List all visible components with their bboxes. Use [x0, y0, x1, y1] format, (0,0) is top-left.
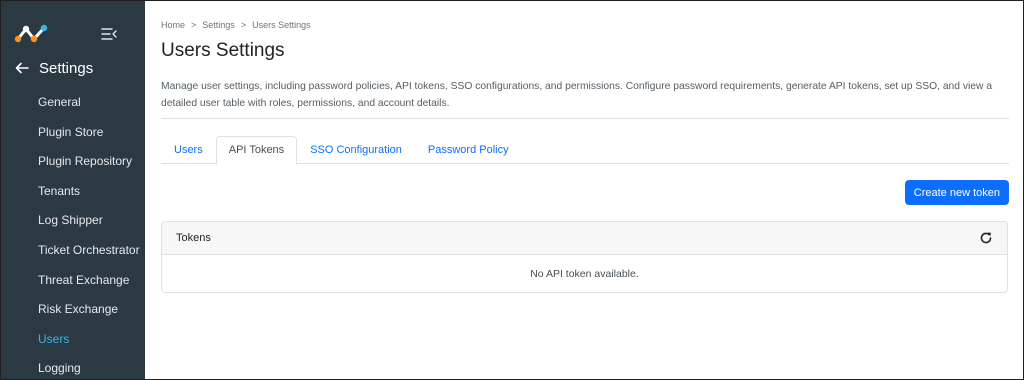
breadcrumb-home[interactable]: Home [161, 20, 185, 30]
actions-row: Create new token [161, 180, 1009, 205]
tab-api-tokens[interactable]: API Tokens [215, 136, 298, 165]
breadcrumb-settings[interactable]: Settings [202, 20, 235, 30]
settings-heading: Settings [39, 59, 94, 77]
tab-users[interactable]: Users [161, 136, 216, 164]
refresh-icon[interactable] [979, 231, 993, 245]
main-content: Home > Settings > Users Settings Users S… [145, 1, 1023, 379]
sidebar-item-plugin-repository[interactable]: Plugin Repository [1, 147, 145, 177]
sidebar-item-users[interactable]: Users [1, 325, 145, 355]
sidebar-nav: General Plugin Store Plugin Repository T… [1, 88, 145, 379]
create-token-button[interactable]: Create new token [904, 180, 1009, 205]
tab-sso-configuration[interactable]: SSO Configuration [297, 136, 415, 164]
tokens-card-title: Tokens [176, 232, 211, 244]
breadcrumb: Home > Settings > Users Settings [161, 19, 1007, 31]
menu-collapse-icon[interactable] [101, 27, 117, 41]
tokens-card: Tokens No API token available. [161, 221, 1008, 293]
divider [161, 118, 1009, 119]
sidebar-item-logging[interactable]: Logging [1, 354, 145, 379]
sidebar-item-risk-exchange[interactable]: Risk Exchange [1, 295, 145, 325]
breadcrumb-separator: > [240, 20, 247, 30]
page-title: Users Settings [161, 40, 285, 61]
sidebar-item-threat-exchange[interactable]: Threat Exchange [1, 266, 145, 296]
tab-bar: Users API Tokens SSO Configuration Passw… [161, 136, 1009, 165]
sidebar-header [1, 1, 145, 59]
sidebar-item-plugin-store[interactable]: Plugin Store [1, 118, 145, 148]
sidebar: Settings General Plugin Store Plugin Rep… [1, 1, 145, 379]
breadcrumb-separator: > [191, 20, 197, 30]
breadcrumb-current: Users Settings [252, 20, 311, 30]
tokens-empty-state: No API token available. [530, 267, 639, 280]
sidebar-item-log-shipper[interactable]: Log Shipper [1, 206, 145, 236]
sidebar-item-ticket-orchestrator[interactable]: Ticket Orchestrator [1, 236, 145, 266]
arrow-left-icon [15, 62, 29, 74]
app-window: Settings General Plugin Store Plugin Rep… [0, 0, 1024, 380]
tokens-card-header: Tokens [162, 222, 1007, 255]
page-description: Manage user settings, including password… [161, 81, 993, 109]
sidebar-item-tenants[interactable]: Tenants [1, 177, 145, 207]
logo-icon [14, 24, 48, 43]
tab-password-policy[interactable]: Password Policy [415, 136, 522, 164]
sidebar-item-general[interactable]: General [1, 88, 145, 118]
settings-back-link[interactable]: Settings [1, 57, 145, 79]
